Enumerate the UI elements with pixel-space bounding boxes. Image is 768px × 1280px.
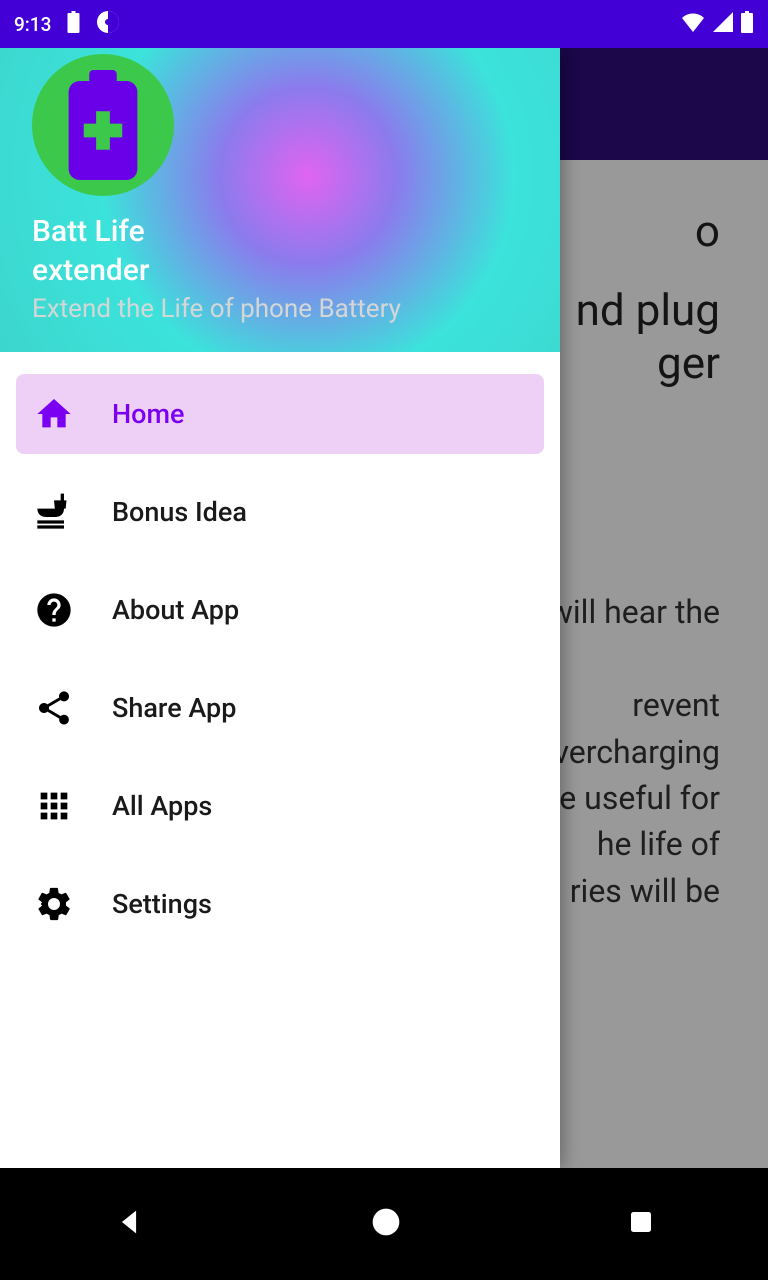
nav-label: Home [112,398,184,430]
wifi-icon [680,12,706,37]
cell-signal-icon [712,12,734,37]
navigation-drawer: Batt Life extender Extend the Life of ph… [0,48,560,1168]
home-icon [34,394,74,434]
fastfood-icon [34,492,74,532]
drawer-title: Batt Life extender [32,212,528,290]
app-logo [32,54,174,196]
home-button[interactable] [370,1206,402,1242]
nav-item-bonus-idea[interactable]: Bonus Idea [16,472,544,552]
status-time: 9:13 [14,13,51,36]
app-status-icon [96,10,120,39]
nav-item-share-app[interactable]: Share App [16,668,544,748]
status-bar: 9:13 [0,0,768,48]
share-icon [34,688,74,728]
battery-status-icon [67,11,80,38]
settings-icon [34,884,74,924]
battery-icon [740,11,754,38]
nav-label: Share App [112,692,236,724]
help-icon [34,590,74,630]
nav-label: Bonus Idea [112,496,247,528]
nav-label: All Apps [112,790,212,822]
system-nav-bar [0,1168,768,1280]
apps-icon [34,786,74,826]
status-left: 9:13 [14,10,120,39]
drawer-header: Batt Life extender Extend the Life of ph… [0,48,560,352]
nav-label: About App [112,594,239,626]
status-right [680,11,754,38]
nav-item-about-app[interactable]: About App [16,570,544,650]
nav-item-settings[interactable]: Settings [16,864,544,944]
nav-label: Settings [112,888,212,920]
back-button[interactable] [112,1205,146,1243]
nav-item-all-apps[interactable]: All Apps [16,766,544,846]
nav-item-home[interactable]: Home [16,374,544,454]
drawer-subtitle: Extend the Life of phone Battery [32,294,528,324]
recent-apps-button[interactable] [626,1207,656,1241]
drawer-nav: Home Bonus Idea About App Share App All [0,352,560,944]
